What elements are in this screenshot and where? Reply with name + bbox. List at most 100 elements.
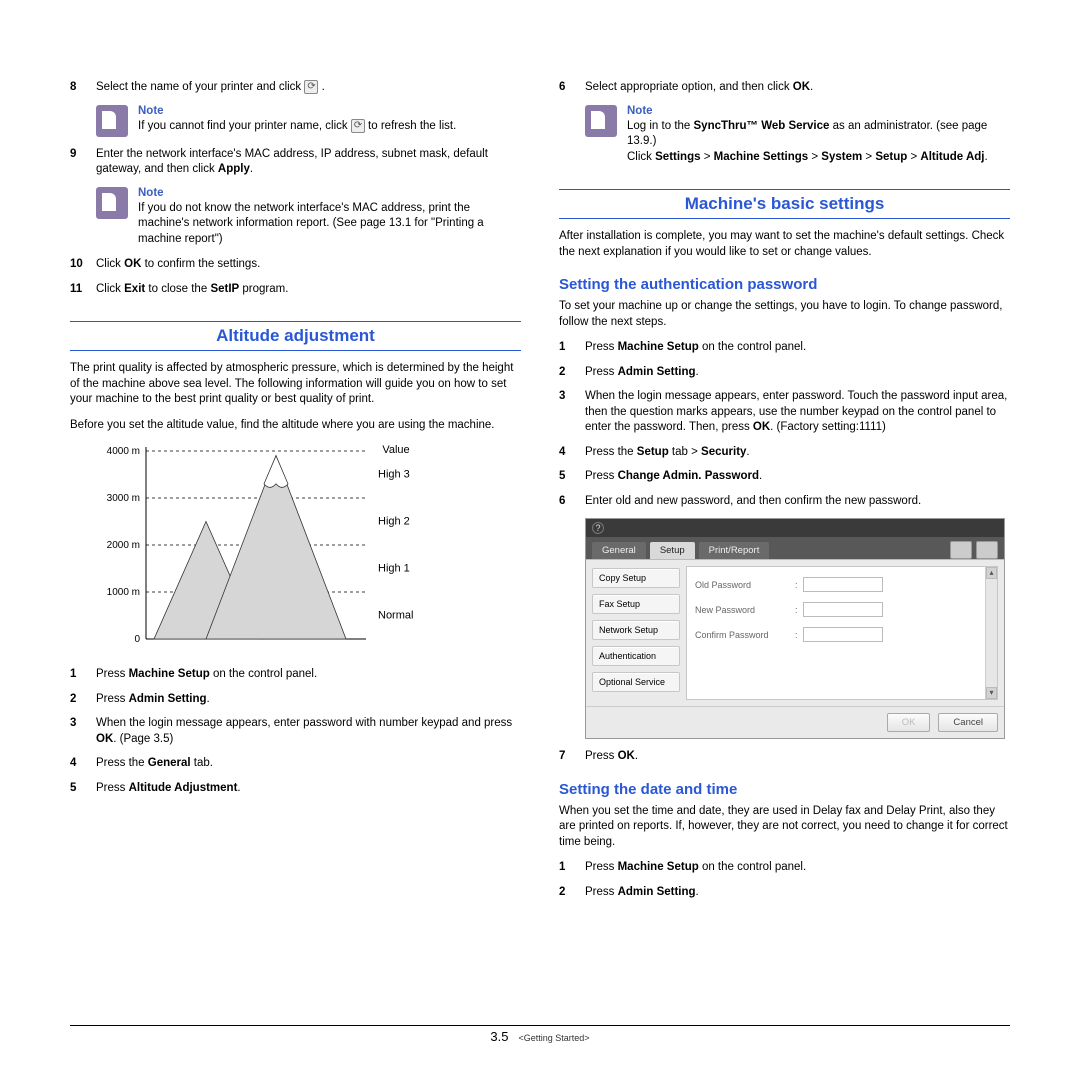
step-number: 6: [559, 80, 585, 96]
svg-text:Normal: Normal: [378, 610, 413, 622]
sidebar-item-network-setup[interactable]: Network Setup: [592, 620, 680, 640]
step-text: Press Machine Setup on the control panel…: [585, 860, 1010, 876]
section-heading-basic: Machine's basic settings: [559, 189, 1010, 219]
scrollbar[interactable]: ▴ ▾: [985, 567, 997, 699]
help-icon[interactable]: ?: [592, 522, 604, 534]
sidebar-item-optional-service[interactable]: Optional Service: [592, 672, 680, 692]
note-block: Note If you do not know the network inte…: [96, 187, 521, 248]
field-label: Old Password: [695, 580, 795, 590]
chapter-label: <Getting Started>: [519, 1033, 590, 1043]
step-number: 11: [70, 282, 96, 298]
new-password-input[interactable]: [803, 602, 883, 617]
step-text: Press Change Admin. Password.: [585, 469, 1010, 485]
step-text: Press Admin Setting.: [585, 885, 1010, 901]
step-text: Press the Setup tab > Security.: [585, 445, 1010, 461]
step: 5 Press Altitude Adjustment.: [70, 781, 521, 797]
steps-group-rc: 7 Press OK.: [559, 749, 1010, 765]
note-body: If you do not know the network interface…: [138, 201, 521, 248]
altitude-para-2: Before you set the altitude value, find …: [70, 418, 521, 434]
confirm-password-input[interactable]: [803, 627, 883, 642]
ok-button[interactable]: OK: [887, 713, 931, 732]
steps-group-ra: 6 Select appropriate option, and then cl…: [559, 80, 1010, 165]
sidebar-item-authentication[interactable]: Authentication: [592, 646, 680, 666]
basic-para-1: After installation is complete, you may …: [559, 229, 1010, 260]
toolbar-button-1[interactable]: [950, 541, 972, 559]
step-text: Select appropriate option, and then clic…: [585, 80, 1010, 96]
subheading-datetime: Setting the date and time: [559, 781, 1010, 798]
step-text: When the login message appears, enter pa…: [585, 389, 1010, 436]
sidebar-item-fax-setup[interactable]: Fax Setup: [592, 594, 680, 614]
tab-print-report[interactable]: Print/Report: [699, 542, 770, 559]
field-label: Confirm Password: [695, 630, 795, 640]
admin-password-dialog: ? GeneralSetupPrint/Report Copy Setup Fax…: [585, 518, 1005, 739]
sidebar-item-copy-setup[interactable]: Copy Setup: [592, 568, 680, 588]
step-text: Select the name of your printer and clic…: [96, 80, 521, 96]
step: 4 Press the General tab.: [70, 756, 521, 772]
step-number: 8: [70, 80, 96, 96]
dialog-main: Old Password: New Password: Confirm Pass…: [686, 566, 998, 700]
scroll-up-icon[interactable]: ▴: [986, 567, 997, 579]
step-number: 2: [559, 365, 585, 381]
refresh-icon: [304, 80, 318, 94]
step-text: Enter the network interface's MAC addres…: [96, 147, 521, 178]
tab-setup[interactable]: Setup: [650, 542, 695, 559]
altitude-chart: 01000 m2000 m3000 m4000 mValueHigh 3High…: [96, 443, 521, 653]
svg-text:High 2: High 2: [378, 516, 410, 528]
step-number: 5: [559, 469, 585, 485]
step: 1 Press Machine Setup on the control pan…: [559, 860, 1010, 876]
field-row: Confirm Password:: [695, 627, 989, 642]
steps-group-b: 1 Press Machine Setup on the control pan…: [70, 667, 521, 796]
left-column: 8 Select the name of your printer and cl…: [70, 80, 521, 909]
svg-text:High 1: High 1: [378, 563, 410, 575]
step-text: Press the General tab.: [96, 756, 521, 772]
steps-group-rd: 1 Press Machine Setup on the control pan…: [559, 860, 1010, 900]
step: 2 Press Admin Setting.: [70, 692, 521, 708]
dialog-sidebar: Copy Setup Fax Setup Network Setup Authenti…: [586, 560, 686, 706]
scroll-down-icon[interactable]: ▾: [986, 687, 997, 699]
svg-text:2000 m: 2000 m: [107, 540, 140, 551]
field-row: New Password:: [695, 602, 989, 617]
step: 2 Press Admin Setting.: [559, 885, 1010, 901]
step-text: Click OK to confirm the settings.: [96, 257, 521, 273]
step-number: 7: [559, 749, 585, 765]
note-title: Note: [627, 105, 1010, 117]
step-text: Press Admin Setting.: [96, 692, 521, 708]
step: 1 Press Machine Setup on the control pan…: [70, 667, 521, 683]
step-text: Press Machine Setup on the control panel…: [585, 340, 1010, 356]
note-title: Note: [138, 187, 521, 199]
cancel-button[interactable]: Cancel: [938, 713, 998, 732]
step-number: 9: [70, 147, 96, 178]
step-number: 3: [559, 389, 585, 436]
auth-para: To set your machine up or change the set…: [559, 299, 1010, 330]
tab-general[interactable]: General: [592, 542, 646, 559]
section-heading-altitude: Altitude adjustment: [70, 321, 521, 351]
step-number: 1: [70, 667, 96, 683]
step-number: 1: [559, 340, 585, 356]
svg-text:3000 m: 3000 m: [107, 493, 140, 504]
note-block: Note If you cannot find your printer nam…: [96, 105, 521, 137]
note-block: Note Log in to the SyncThru™ Web Service…: [585, 105, 1010, 166]
old-password-input[interactable]: [803, 577, 883, 592]
step: 1 Press Machine Setup on the control pan…: [559, 340, 1010, 356]
note-body: Log in to the SyncThru™ Web Service as a…: [627, 119, 1010, 166]
toolbar-button-2[interactable]: [976, 541, 998, 559]
step: 11 Click Exit to close the SetIP program…: [70, 282, 521, 298]
step-number: 2: [559, 885, 585, 901]
step-number: 5: [70, 781, 96, 797]
step: 6 Enter old and new password, and then c…: [559, 494, 1010, 510]
step-text: Press Admin Setting.: [585, 365, 1010, 381]
steps-group-a: 8 Select the name of your printer and cl…: [70, 80, 521, 297]
step: 8 Select the name of your printer and cl…: [70, 80, 521, 96]
step: 10 Click OK to confirm the settings.: [70, 257, 521, 273]
step: 4 Press the Setup tab > Security.: [559, 445, 1010, 461]
step-number: 1: [559, 860, 585, 876]
steps-group-rb: 1 Press Machine Setup on the control pan…: [559, 340, 1010, 509]
step-number: 4: [70, 756, 96, 772]
right-column: 6 Select appropriate option, and then cl…: [559, 80, 1010, 909]
svg-text:Value: Value: [382, 444, 409, 456]
note-body: If you cannot find your printer name, cl…: [138, 119, 456, 135]
svg-text:4000 m: 4000 m: [107, 446, 140, 457]
note-title: Note: [138, 105, 456, 117]
step-text: Enter old and new password, and then con…: [585, 494, 1010, 510]
step-text: Press OK.: [585, 749, 1010, 765]
